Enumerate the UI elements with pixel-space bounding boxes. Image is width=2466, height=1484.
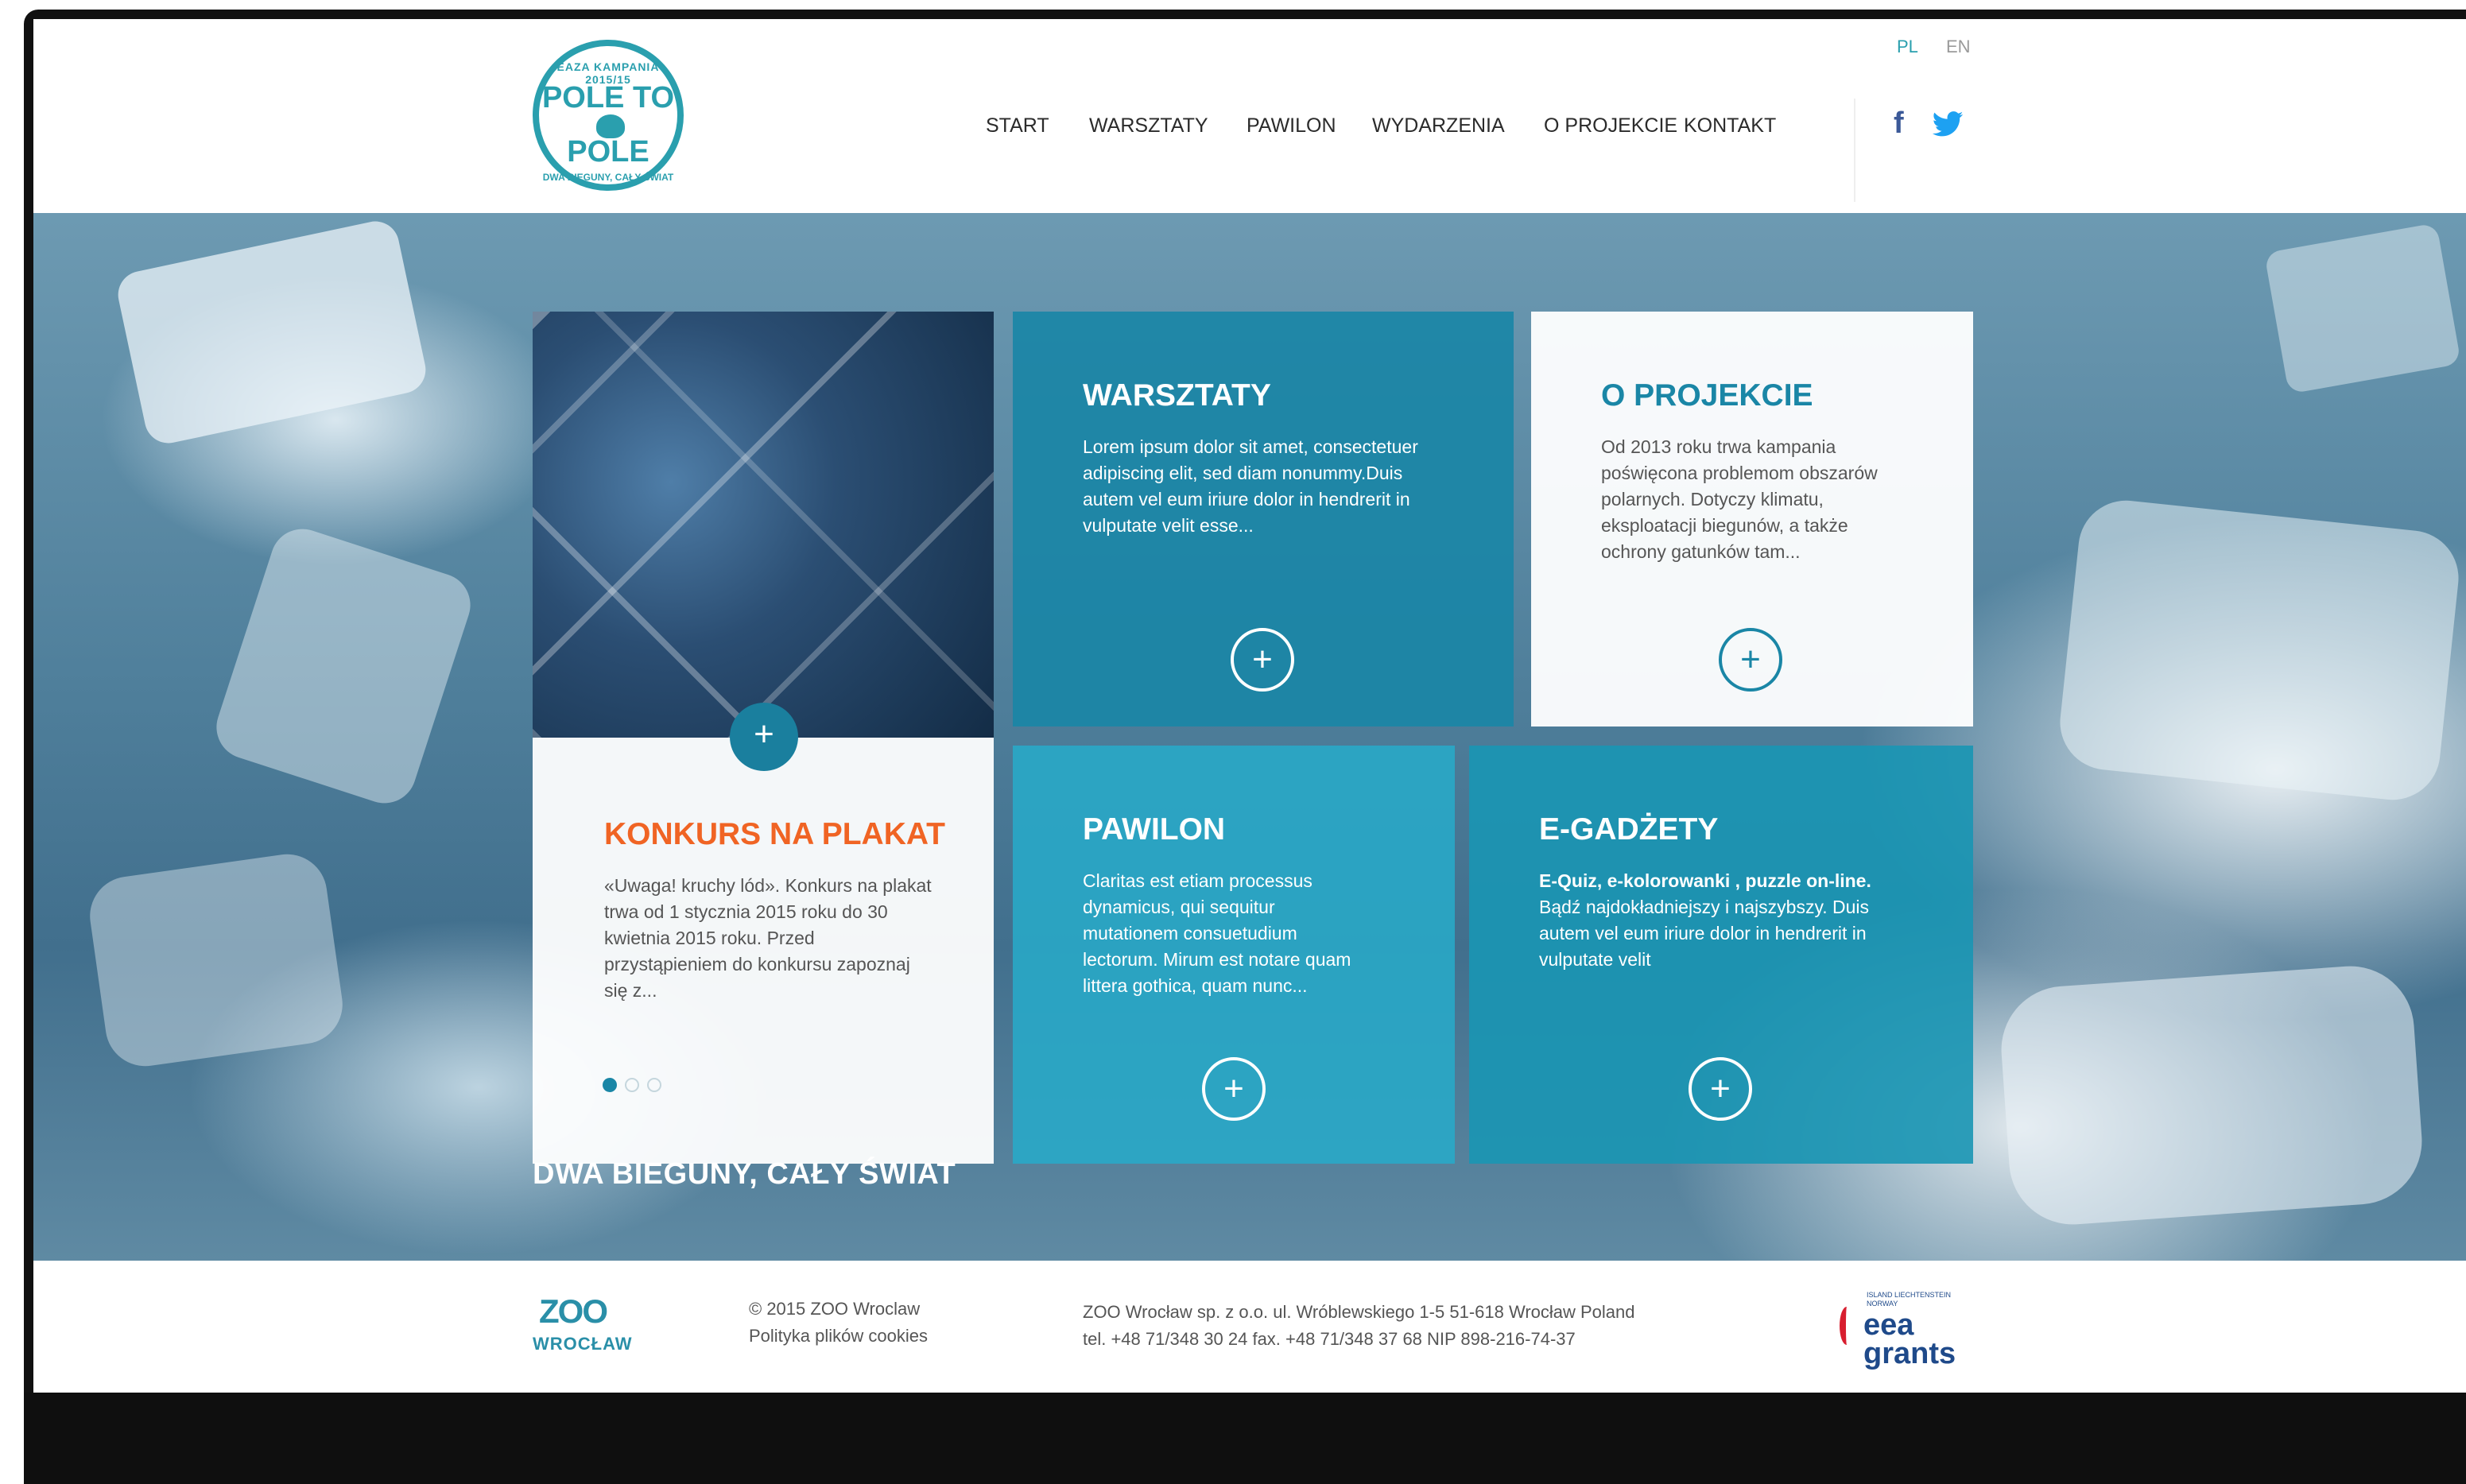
plus-icon[interactable]: + (1689, 1057, 1752, 1121)
site-header: EAZA KAMPANIA 2015/15 POLE TO POLE DWA B… (33, 19, 2466, 213)
warsztaty-title: WARSZTATY (1083, 378, 1271, 413)
twitter-icon[interactable] (1932, 111, 1964, 137)
eea-swirl-icon (1840, 1307, 1854, 1345)
plus-icon[interactable]: + (1202, 1057, 1266, 1121)
carousel-dot-1[interactable] (603, 1078, 617, 1092)
eea-small-text: ISLAND LIECHTENSTEIN NORWAY (1867, 1291, 1952, 1308)
logo-line2: POLE (567, 135, 649, 169)
plus-icon[interactable]: + (1719, 628, 1782, 692)
konkurs-text: «Uwaga! kruchy lód». Konkurs na plakat t… (604, 875, 932, 1001)
logo-ring-bottom: DWA BIEGUNY, CAŁY ŚWIAT (542, 172, 674, 183)
carousel-dot-3[interactable] (647, 1078, 661, 1092)
site-footer: ZOO WROCŁAW © 2015 ZOO Wroclaw Polityka … (33, 1261, 2466, 1393)
egadzety-text-bold: E-Quiz, e-kolorowanki , puzzle on-line. (1539, 870, 1871, 891)
pole-to-pole-logo[interactable]: EAZA KAMPANIA 2015/15 POLE TO POLE DWA B… (533, 40, 684, 191)
oprojekcie-text: Od 2013 roku trwa kampania poświęcona pr… (1601, 436, 1878, 562)
grants-text: grants (1863, 1337, 1956, 1370)
eea-text: eea (1863, 1308, 1914, 1342)
ice-floe (208, 521, 479, 812)
lang-pl[interactable]: PL (1897, 37, 1918, 57)
pawilon-text: Claritas est etiam processus dynamicus, … (1083, 870, 1351, 996)
ice-floe (1997, 962, 2426, 1229)
plus-icon[interactable]: + (730, 703, 798, 771)
logo-line1: POLE TO (541, 81, 675, 114)
footer-copyright: © 2015 ZOO Wroclaw (749, 1299, 921, 1319)
eea-grants-logo[interactable]: ISLAND LIECHTENSTEIN NORWAY eea grants (1840, 1288, 1983, 1375)
tile-o-projekcie[interactable]: O PROJEKCIE Od 2013 roku trwa kampania p… (1531, 312, 1973, 727)
ice-crystal-image[interactable] (533, 312, 994, 738)
egadzety-text-rest: Bądź najdokładniejszy i najszybszy. Duis… (1539, 897, 1870, 970)
ice-floe (2055, 495, 2464, 805)
ice-floe (2264, 223, 2461, 394)
tile-konkurs-na-plakat[interactable]: + KONKURS NA PLAKAT «Uwaga! kruchy lód».… (533, 703, 994, 1164)
footer-cookies-link[interactable]: Polityka plików cookies (749, 1323, 928, 1350)
facebook-icon[interactable]: f (1894, 107, 1904, 141)
hero-tagline: DWA BIEGUNY, CAŁY ŚWIAT (533, 1157, 956, 1191)
nav-start[interactable]: START (986, 114, 1049, 138)
tile-pawilon[interactable]: PAWILON Claritas est etiam processus dyn… (1013, 746, 1455, 1164)
nav-kontakt[interactable]: KONTAKT (1684, 114, 1776, 138)
header-divider (1854, 99, 1855, 202)
plus-icon[interactable]: + (1231, 628, 1294, 692)
pawilon-title: PAWILON (1083, 812, 1226, 847)
zoo-logo-mark: ZOO (539, 1292, 608, 1330)
egadzety-title: E-GADŻETY (1539, 812, 1719, 847)
nav-o-projekcie[interactable]: O PROJEKCIE (1544, 114, 1677, 138)
oprojekcie-title: O PROJEKCIE (1601, 378, 1813, 413)
carousel-dot-2[interactable] (625, 1078, 639, 1092)
tile-e-gadzety[interactable]: E-GADŻETY E-Quiz, e-kolorowanki , puzzle… (1469, 746, 1973, 1164)
hero-section: + KONKURS NA PLAKAT «Uwaga! kruchy lód».… (33, 213, 2466, 1261)
lang-en[interactable]: EN (1946, 37, 1971, 57)
footer-address: ZOO Wrocław sp. z o.o. ul. Wróblewskiego… (1083, 1302, 1635, 1322)
website-screen: EAZA KAMPANIA 2015/15 POLE TO POLE DWA B… (33, 19, 2466, 1393)
ice-floe (114, 216, 430, 448)
footer-phone: tel. +48 71/348 30 24 fax. +48 71/348 37… (1083, 1329, 1576, 1349)
nav-pawilon[interactable]: PAWILON (1247, 114, 1336, 138)
nav-warsztaty[interactable]: WARSZTATY (1089, 114, 1208, 138)
carousel-dots (603, 1078, 661, 1092)
zoo-logo-name: WROCŁAW (533, 1334, 633, 1354)
tile-warsztaty[interactable]: WARSZTATY Lorem ipsum dolor sit amet, co… (1013, 312, 1514, 727)
monitor-bottom-bezel (24, 1393, 2466, 1484)
konkurs-title: KONKURS NA PLAKAT (604, 817, 945, 851)
ice-floe (84, 849, 348, 1071)
nav-wydarzenia[interactable]: WYDARZENIA (1372, 114, 1505, 138)
zoo-wroclaw-logo[interactable]: ZOO WROCŁAW (533, 1292, 652, 1356)
egadzety-text: E-Quiz, e-kolorowanki , puzzle on-line. … (1539, 868, 1905, 973)
warsztaty-text: Lorem ipsum dolor sit amet, consectetuer… (1083, 436, 1418, 536)
